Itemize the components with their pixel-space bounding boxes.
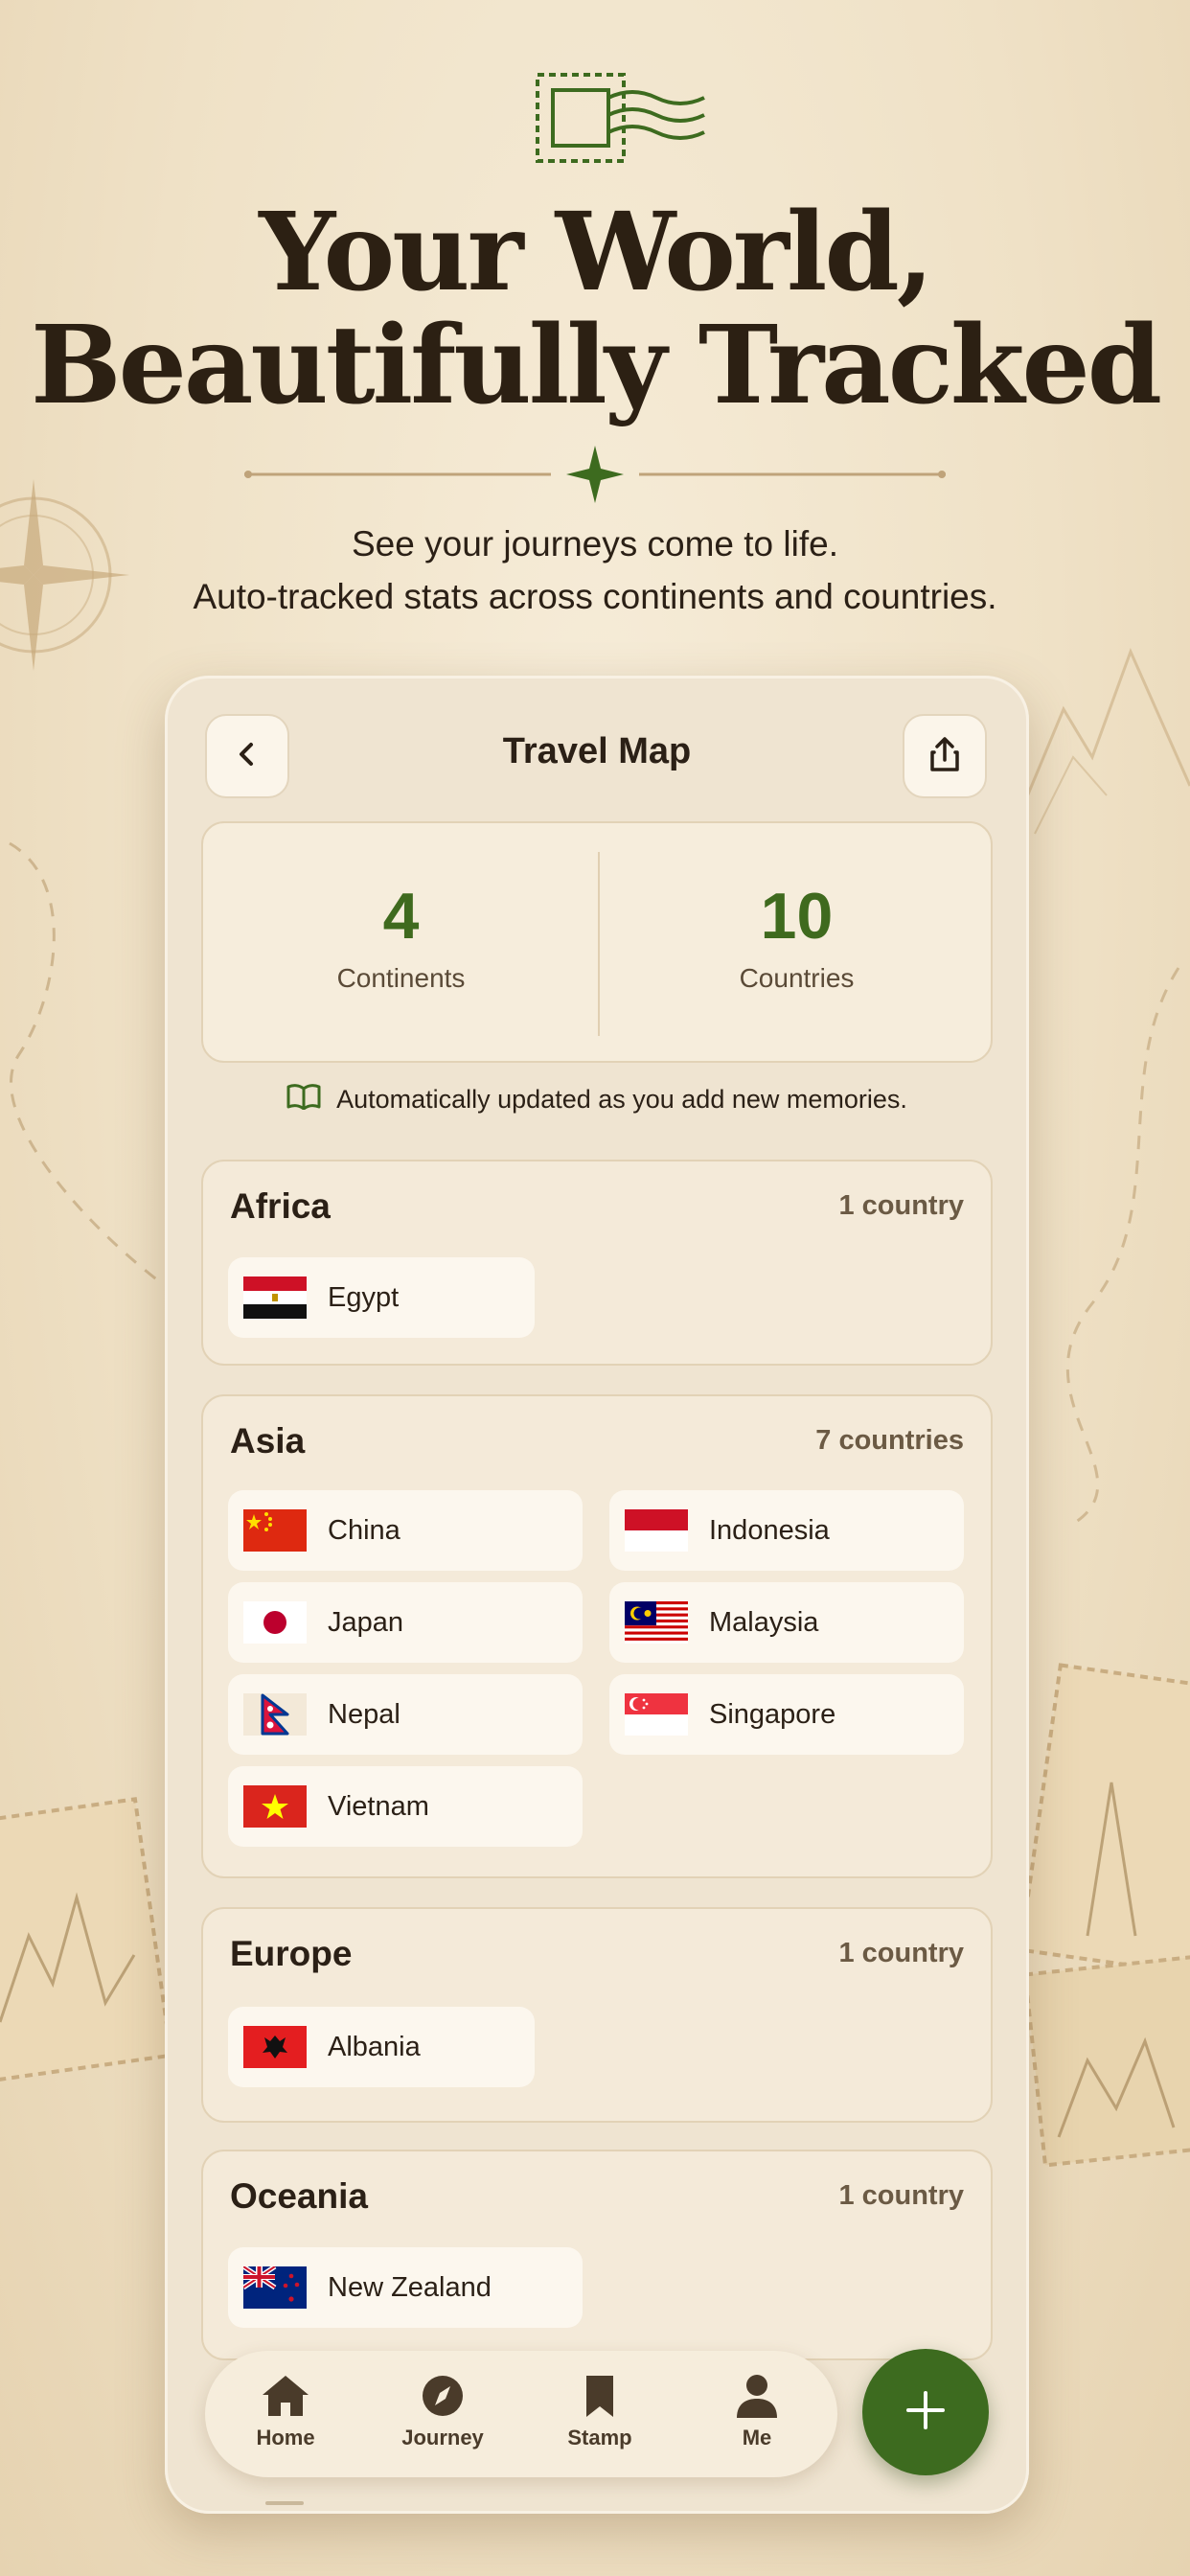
countries-value: 10 <box>760 880 834 953</box>
nav-label-me: Me <box>742 2426 772 2450</box>
country-count: 1 country <box>838 1938 964 1968</box>
open-book-icon <box>286 1083 321 1116</box>
nav-label-stamp: Stamp <box>567 2426 632 2450</box>
mountain-sketch-decoration <box>1016 594 1190 843</box>
country-chip-singapore[interactable]: Singapore <box>609 1674 964 1755</box>
auto-update-text: Automatically updated as you add new mem… <box>336 1085 907 1114</box>
nav-item-stamp[interactable]: Stamp <box>533 2372 667 2450</box>
country-chip-indonesia[interactable]: Indonesia <box>609 1490 964 1571</box>
continents-stat: 4 Continents <box>203 823 599 1065</box>
subtitle-line-1: See your journeys come to life. <box>352 524 838 564</box>
continent-name: Oceania <box>230 2176 368 2216</box>
continent-name: Africa <box>230 1186 331 1226</box>
continent-name: Asia <box>230 1421 306 1460</box>
nepal-flag-icon <box>243 1693 307 1736</box>
country-name: Nepal <box>328 1698 400 1730</box>
nav-label-home: Home <box>256 2426 315 2450</box>
nav-item-home[interactable]: Home <box>218 2372 353 2450</box>
continents-label: Continents <box>336 963 466 993</box>
country-name: China <box>328 1514 400 1546</box>
subtitle-line-2: Auto-tracked stats across continents and… <box>193 577 997 616</box>
country-name: Japan <box>328 1606 404 1638</box>
indonesia-flag-icon <box>625 1509 688 1552</box>
country-name: Egypt <box>328 1281 400 1313</box>
continent-name: Europe <box>230 1934 353 1973</box>
country-name: Albania <box>328 2031 421 2062</box>
share-icon <box>927 735 963 778</box>
country-count: 1 country <box>838 2180 964 2211</box>
nav-item-me[interactable]: Me <box>690 2372 824 2450</box>
nav-item-journey[interactable]: Journey <box>376 2372 510 2450</box>
country-name: Indonesia <box>709 1514 830 1546</box>
country-name: New Zealand <box>328 2271 492 2303</box>
country-chip-china[interactable]: China <box>228 1490 583 1571</box>
person-icon <box>690 2372 824 2420</box>
countries-stat: 10 Countries <box>599 823 995 1065</box>
continent-section-oceania: Oceania 1 country New Zealand <box>201 2150 993 2360</box>
dashed-route-decoration <box>0 824 172 1303</box>
compass-star-divider <box>244 446 946 503</box>
home-icon <box>218 2372 353 2420</box>
plus-icon <box>903 2387 949 2438</box>
bottom-nav: Home Journey Stamp Me <box>205 2351 837 2477</box>
country-chip-egypt[interactable]: Egypt <box>228 1257 535 1338</box>
country-name: Vietnam <box>328 1790 429 1822</box>
countries-label: Countries <box>739 963 855 993</box>
dashed-route-decoration-right <box>1035 958 1190 1533</box>
screen-title: Travel Map <box>502 731 692 771</box>
continents-value: 4 <box>382 880 420 953</box>
scroll-indicator <box>265 2501 304 2505</box>
headline-line-2: Beautifully Tracked <box>30 303 1162 428</box>
add-memory-button[interactable] <box>862 2349 989 2475</box>
country-chip-japan[interactable]: Japan <box>228 1582 583 1663</box>
continent-section-europe: Europe 1 country Albania <box>201 1907 993 2123</box>
travel-map-screen: Travel Map 4 Continents 10 Countries Aut… <box>165 676 1029 2514</box>
subtitle: See your journeys come to life. Auto-tra… <box>0 518 1190 623</box>
country-chip-vietnam[interactable]: Vietnam <box>228 1766 583 1847</box>
country-chip-albania[interactable]: Albania <box>228 2007 535 2087</box>
malaysia-flag-icon <box>625 1601 688 1644</box>
country-count: 7 countries <box>815 1425 964 1456</box>
postage-stamp-left-decoration <box>0 1792 168 2204</box>
stats-card: 4 Continents 10 Countries <box>201 821 993 1063</box>
continent-section-asia: Asia 7 countries China Indonesia Japan M… <box>201 1394 993 1878</box>
albania-flag-icon <box>243 2026 307 2068</box>
new-zealand-flag-icon <box>243 2266 307 2309</box>
compass-icon <box>376 2372 510 2420</box>
share-button[interactable] <box>903 714 987 798</box>
singapore-flag-icon <box>625 1693 688 1736</box>
country-chip-nepal[interactable]: Nepal <box>228 1674 583 1755</box>
egypt-flag-icon <box>243 1276 307 1319</box>
auto-update-note: Automatically updated as you add new mem… <box>165 1083 1029 1116</box>
country-chip-new-zealand[interactable]: New Zealand <box>228 2247 583 2328</box>
continent-section-africa: Africa 1 country Egypt <box>201 1160 993 1366</box>
bookmark-icon <box>533 2372 667 2420</box>
headline: Your World, Beautifully Tracked <box>0 196 1190 423</box>
country-count: 1 country <box>838 1190 964 1221</box>
headline-line-1: Your World, <box>259 190 934 315</box>
nav-label-journey: Journey <box>401 2426 484 2450</box>
postage-stamp-right-decoration <box>1020 1658 1190 2195</box>
vietnam-flag-icon <box>243 1785 307 1828</box>
japan-flag-icon <box>243 1601 307 1644</box>
country-chip-malaysia[interactable]: Malaysia <box>609 1582 964 1663</box>
china-flag-icon <box>243 1509 307 1552</box>
top-bar: Travel Map <box>165 676 1029 829</box>
postage-stamp-logo-icon <box>532 69 709 170</box>
country-name: Singapore <box>709 1698 836 1730</box>
country-name: Malaysia <box>709 1606 819 1638</box>
